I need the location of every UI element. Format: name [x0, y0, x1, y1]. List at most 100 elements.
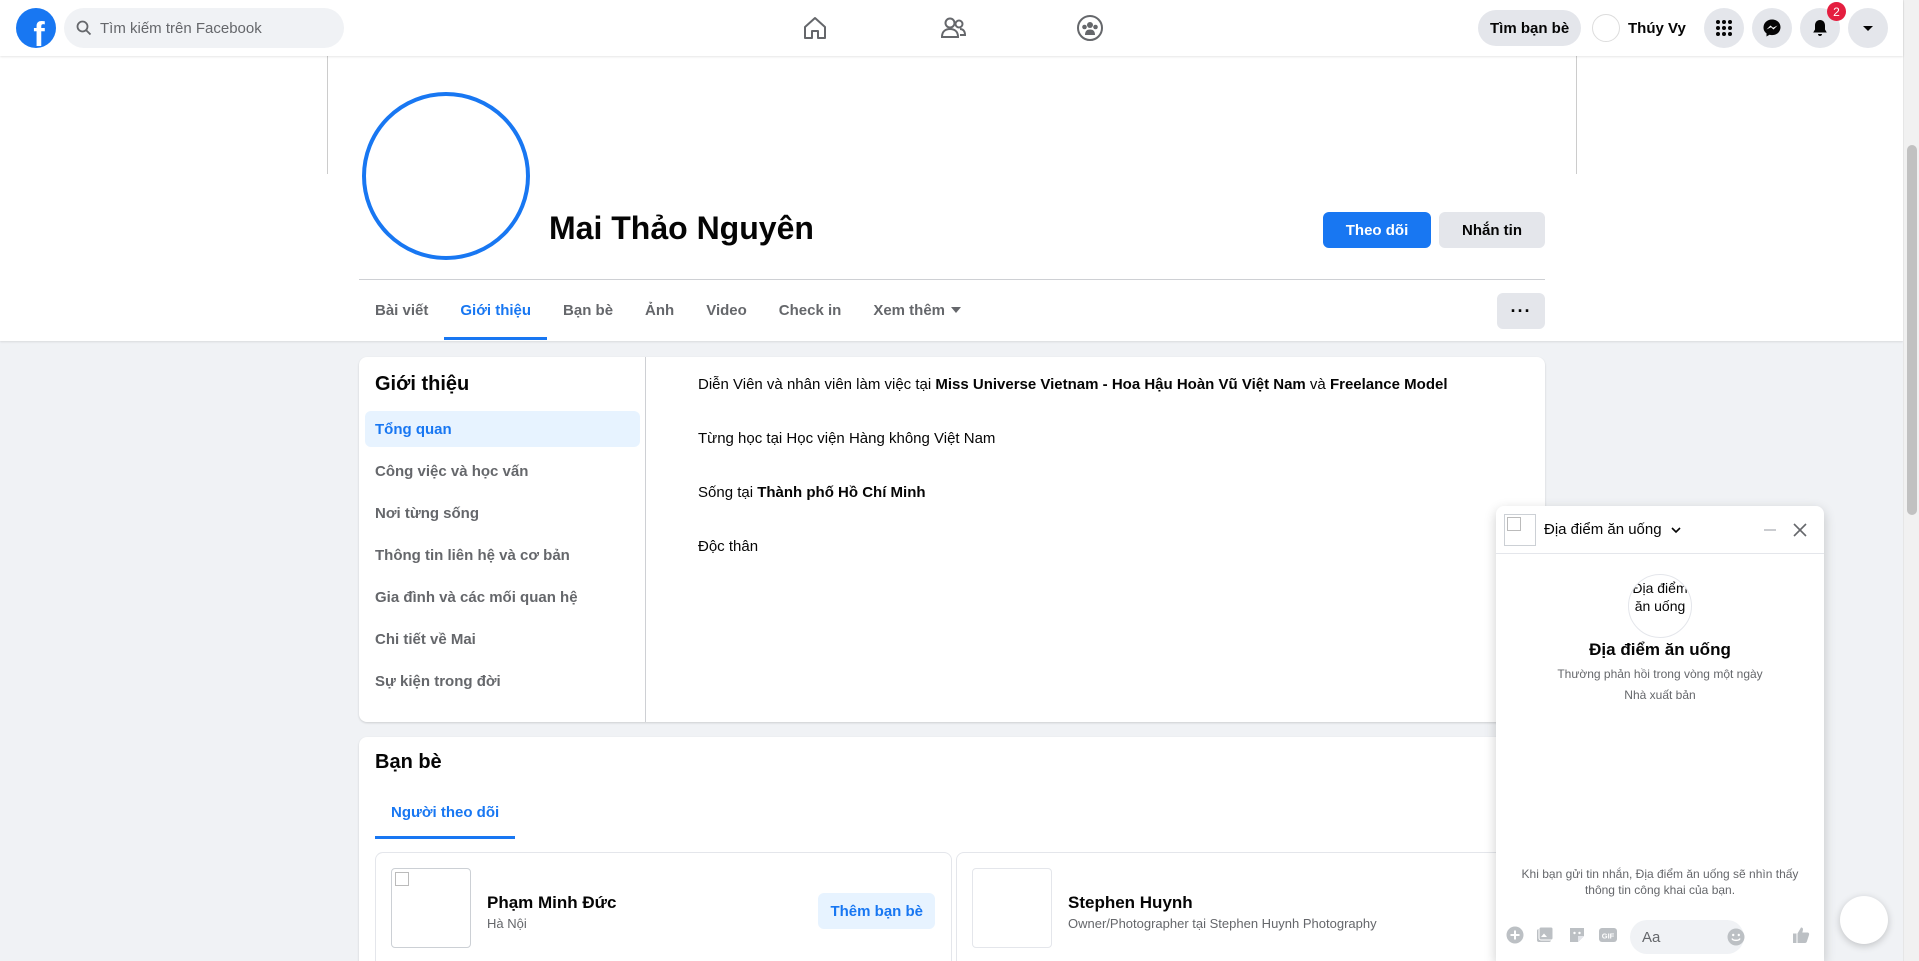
search-input[interactable]	[100, 19, 320, 37]
gif-icon-label: GIF	[1602, 932, 1615, 941]
chat-contact-role: Nhà xuất bản	[1624, 688, 1696, 702]
profile-picture[interactable]	[362, 92, 530, 260]
work-prefix: Diễn Viên và nhân viên làm việc tại	[698, 376, 936, 393]
relationship-info: Độc thân	[698, 538, 759, 555]
tab-check-ins[interactable]: Check in	[763, 280, 858, 340]
notification-count-badge: 2	[1827, 2, 1846, 21]
search-icon	[76, 20, 92, 36]
notifications-button[interactable]: 2	[1800, 2, 1846, 48]
facebook-logo-glyph: f	[33, 16, 45, 48]
about-menu-work-education[interactable]: Công việc và học vấn	[365, 453, 640, 489]
tab-see-more[interactable]: Xem thêm	[857, 280, 977, 340]
chat-page-avatar	[1504, 514, 1536, 546]
user-avatar	[1592, 14, 1620, 42]
friends-icon[interactable]	[936, 12, 970, 44]
tab-followers[interactable]: Người theo dõi	[375, 787, 516, 839]
chat-name[interactable]: Địa điểm ăn uống	[1544, 521, 1662, 538]
message-button-label: Nhắn tin	[1462, 221, 1522, 239]
broken-image-icon	[1507, 517, 1521, 531]
profile-name: Mai Thảo Nguyên	[549, 210, 814, 246]
add-friend-button[interactable]: Thêm bạn bè	[818, 893, 935, 929]
thumbs-up-icon[interactable]	[1790, 924, 1812, 946]
bell-icon	[1813, 20, 1827, 36]
chat-contact-title: Địa điểm ăn uống	[1589, 640, 1731, 659]
friend-subtitle: Owner/Photographer tại Stephen Huynh Pho…	[1068, 916, 1377, 931]
sticker-icon[interactable]	[1566, 924, 1588, 946]
tab-about[interactable]: Giới thiệu	[444, 280, 547, 340]
chat-contact-avatar: Địa điểm ăn uống	[1628, 574, 1692, 638]
about-menu-family-relationships[interactable]: Gia đình và các mối quan hệ	[365, 579, 640, 615]
home-icon[interactable]	[798, 12, 832, 44]
plus-circle-icon[interactable]	[1504, 924, 1526, 946]
work-conjunction: và	[1305, 376, 1330, 393]
about-menu: Tổng quan Công việc và học vấn Nơi từng …	[365, 411, 640, 705]
messenger-icon[interactable]	[1752, 8, 1792, 48]
chevron-down-icon[interactable]	[1670, 524, 1682, 536]
list-item: Stephen Huynh Owner/Photographer tại Ste…	[956, 852, 1533, 961]
more-options-button[interactable]: ···	[1497, 293, 1545, 329]
current-city-info: Sống tại Thành phố Hồ Chí Minh	[698, 483, 1448, 537]
chat-composer: GIF Aa	[1496, 914, 1824, 958]
about-menu-places-lived[interactable]: Nơi từng sống	[365, 495, 640, 531]
current-user-profile-link[interactable]: Thúy Vy	[1586, 10, 1692, 46]
city-link[interactable]: Thành phố Hồ Chí Minh	[757, 484, 925, 501]
find-friends-button[interactable]: Tìm bạn bè	[1478, 10, 1582, 46]
cover-photo-edge	[327, 56, 328, 174]
new-message-button[interactable]	[1840, 896, 1888, 944]
friend-photo[interactable]	[391, 868, 471, 948]
work-place-link[interactable]: Miss Universe Vietnam - Hoa Hậu Hoàn Vũ …	[935, 376, 1305, 393]
chat-window: Địa điểm ăn uống Địa điểm ăn uống Địa đi…	[1496, 506, 1824, 961]
account-caret-icon[interactable]	[1848, 8, 1888, 48]
friend-name[interactable]: Phạm Minh Đức	[487, 893, 616, 913]
friend-name[interactable]: Stephen Huynh	[1068, 893, 1193, 913]
page-scrollbar[interactable]	[1903, 0, 1919, 961]
about-menu-life-events[interactable]: Sự kiện trong đời	[365, 663, 640, 699]
about-title: Giới thiệu	[375, 373, 470, 395]
about-menu-details[interactable]: Chi tiết về Mai	[365, 621, 640, 657]
message-button[interactable]: Nhắn tin	[1439, 212, 1545, 248]
emoji-icon[interactable]	[1726, 927, 1746, 947]
tab-videos[interactable]: Video	[690, 280, 763, 340]
profile-header: Mai Thảo Nguyên Theo dõi Nhắn tin Bài vi…	[0, 56, 1903, 341]
list-item: Phạm Minh Đức Hà Nội Thêm bạn bè	[375, 852, 952, 961]
friends-title: Bạn bè	[375, 751, 442, 773]
follow-button-label: Theo dõi	[1345, 221, 1409, 239]
menu-grid-icon[interactable]	[1704, 8, 1744, 48]
friend-photo[interactable]	[972, 868, 1052, 948]
chat-message-input[interactable]: Aa	[1630, 920, 1746, 954]
follow-button[interactable]: Theo dõi	[1323, 212, 1431, 248]
cover-photo-edge	[1576, 56, 1577, 174]
scrollbar-thumb[interactable]	[1907, 145, 1917, 515]
friend-subtitle: Hà Nội	[487, 916, 527, 931]
tab-photos[interactable]: Ảnh	[629, 280, 690, 340]
education-info: Từng học tại Học viện Hàng không Việt Na…	[698, 430, 996, 447]
gif-icon[interactable]: GIF	[1597, 924, 1619, 946]
chat-reply-time: Thường phản hồi trong vòng một ngày	[1557, 667, 1763, 681]
minimize-icon[interactable]	[1758, 518, 1782, 542]
about-overview-content: Diễn Viên và nhân viên làm việc tại Miss…	[698, 375, 1448, 591]
top-navigation-bar: f Tìm bạn bè Thúy Vy 2	[0, 0, 1903, 56]
work-info: Diễn Viên và nhân viên làm việc tại Miss…	[698, 375, 1448, 429]
search-box[interactable]	[64, 8, 344, 48]
lives-prefix: Sống tại	[698, 484, 758, 501]
chat-privacy-note: Khi bạn gửi tin nhắn, Địa điểm ăn uống s…	[1521, 867, 1799, 897]
chat-header[interactable]: Địa điểm ăn uống	[1496, 506, 1824, 554]
broken-image-icon	[395, 872, 409, 886]
photo-icon[interactable]	[1534, 924, 1556, 946]
profile-tabs: Bài viết Giới thiệu Bạn bè Ảnh Video Che…	[359, 280, 977, 340]
current-user-name: Thúy Vy	[1628, 19, 1686, 37]
facebook-logo[interactable]: f	[16, 8, 56, 48]
close-icon[interactable]	[1788, 518, 1812, 542]
about-menu-contact-basic-info[interactable]: Thông tin liên hệ và cơ bản	[365, 537, 640, 573]
groups-icon[interactable]	[1073, 12, 1107, 44]
chat-input-placeholder: Aa	[1642, 928, 1661, 946]
tab-see-more-label: Xem thêm	[873, 301, 946, 319]
friends-card: Bạn bè Người theo dõi Phạm Minh Đức Hà N…	[359, 737, 1545, 961]
tab-friends[interactable]: Bạn bè	[547, 280, 629, 340]
about-sidebar: Giới thiệu Tổng quan Công việc và học vấ…	[359, 357, 646, 722]
about-menu-overview[interactable]: Tổng quan	[365, 411, 640, 447]
tab-posts[interactable]: Bài viết	[359, 280, 444, 340]
work-place-link[interactable]: Freelance Model	[1330, 376, 1448, 393]
chevron-down-icon	[951, 307, 962, 313]
about-card: Giới thiệu Tổng quan Công việc và học vấ…	[359, 357, 1545, 722]
